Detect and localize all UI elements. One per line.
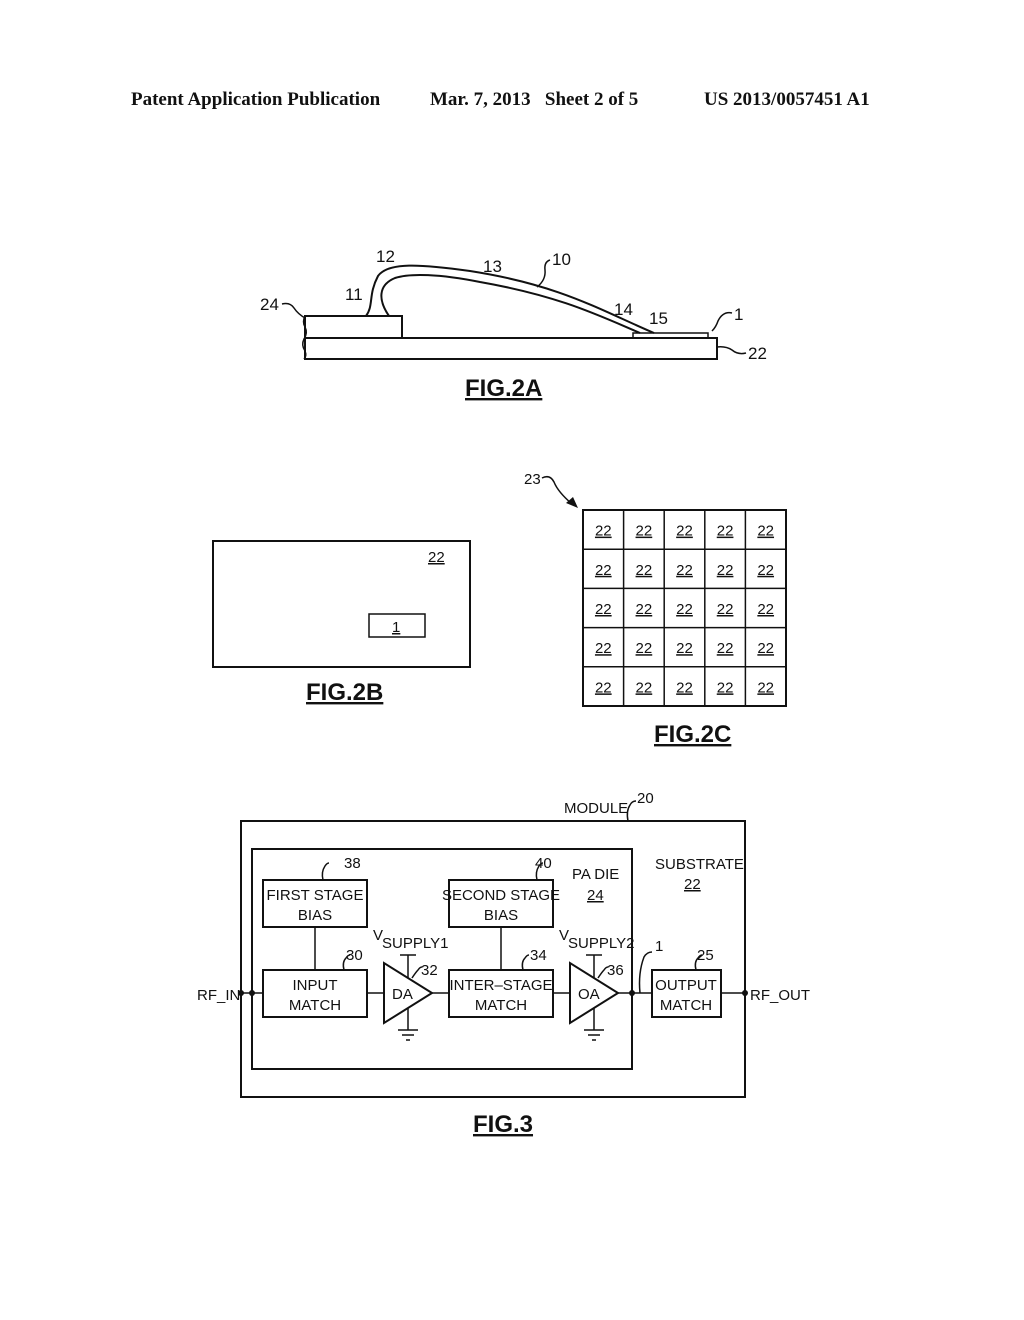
pa-die-ref: 24 xyxy=(587,887,604,904)
label-23: 23 xyxy=(524,471,541,488)
die-24-side xyxy=(304,315,403,339)
leader-23 xyxy=(541,475,573,505)
label-15: 15 xyxy=(649,309,668,328)
first-stage-bias-line2: BIAS xyxy=(298,907,332,924)
label-11: 11 xyxy=(345,285,363,304)
leader-22 xyxy=(716,346,747,355)
substrate-ref: 22 xyxy=(684,876,701,893)
leader-10 xyxy=(536,259,551,288)
second-stage-bias-line2: BIAS xyxy=(484,907,518,924)
fig-3-caption: FIG.3 xyxy=(473,1111,533,1138)
rf-out-label: RF_OUT xyxy=(750,987,810,1004)
ref-38: 38 xyxy=(344,855,361,872)
array-cell-label: 22 xyxy=(636,640,653,657)
da-label: DA xyxy=(392,986,413,1003)
leader-20 xyxy=(626,800,637,822)
fig-2c: 23 22 22 22 22 2222 22 22 22 2222 22 22 22 2222 22 22 2… xyxy=(524,471,787,748)
ref-30: 30 xyxy=(346,947,363,964)
label-10: 10 xyxy=(552,250,571,269)
arrowhead-23 xyxy=(566,497,578,508)
array-cell-label: 22 xyxy=(676,640,693,657)
bond-wire-inner xyxy=(380,273,641,334)
label-14: 14 xyxy=(614,300,633,319)
array-cell-label: 22 xyxy=(595,523,612,540)
fig-3: MODULE 20 SUBSTRATE 22 PA DIE 24 FIRST S… xyxy=(197,790,810,1138)
array-cell-label: 22 xyxy=(595,679,612,696)
label-22: 22 xyxy=(748,344,767,363)
label-24: 24 xyxy=(260,295,279,314)
array-cell-label: 22 xyxy=(757,562,774,579)
array-cell-label: 22 xyxy=(676,562,693,579)
label-1: 1 xyxy=(734,305,743,324)
substrate-22-side xyxy=(304,337,718,360)
array-cell-label: 22 xyxy=(636,679,653,696)
array-cell-label: 22 xyxy=(757,640,774,657)
fig-2b: 22 1 FIG.2B xyxy=(212,540,471,706)
substrate-label: SUBSTRATE xyxy=(655,856,744,873)
array-cell-label: 22 xyxy=(676,601,693,618)
patent-drawing-sheet: 12 11 13 10 14 15 1 22 24 FIG.2A 22 1 FI… xyxy=(197,247,810,1138)
array-cell-label: 22 xyxy=(676,679,693,696)
fig-2a-caption: FIG.2A xyxy=(465,375,542,402)
leader-1 xyxy=(711,311,733,332)
array-cell-label: 22 xyxy=(717,562,734,579)
array-cell-label: 22 xyxy=(595,640,612,657)
leader-1 xyxy=(638,951,653,994)
array-cell-label: 22 xyxy=(717,601,734,618)
array-cell-label: 22 xyxy=(636,562,653,579)
ref-34: 34 xyxy=(530,947,547,964)
ground2-icon xyxy=(584,1029,604,1041)
first-stage-bias-line1: FIRST STAGE xyxy=(267,887,364,904)
array-cell-label: 22 xyxy=(717,523,734,540)
ref-32: 32 xyxy=(421,962,438,979)
fig-2c-caption: FIG.2C xyxy=(654,721,731,748)
ref-36: 36 xyxy=(607,962,624,979)
rf-out-node xyxy=(742,990,748,996)
pa-die-label: PA DIE xyxy=(572,866,619,883)
input-match-line2: MATCH xyxy=(289,997,341,1014)
die-input-node xyxy=(249,990,255,996)
pad-1-side xyxy=(632,332,709,339)
array-cell-label: 22 xyxy=(717,640,734,657)
ref-1: 1 xyxy=(655,938,663,955)
array-grid: 22 22 22 22 22 22 22 22 22 22 22 22 22 22 22 22 22 22 22 22… xyxy=(583,510,786,706)
label-22: 22 xyxy=(428,549,445,566)
array-cell-label: 22 xyxy=(757,679,774,696)
leader-38 xyxy=(321,862,330,881)
label-13: 13 xyxy=(483,257,502,276)
array-cell-label: 22 xyxy=(717,679,734,696)
array-cell-label: 22 xyxy=(595,601,612,618)
array-cell-label: 22 xyxy=(595,562,612,579)
label-1: 1 xyxy=(392,619,400,636)
vsupply1-sub: SUPPLY1 xyxy=(382,935,448,952)
label-12: 12 xyxy=(376,247,395,266)
vsupply2-sub: SUPPLY2 xyxy=(568,935,634,952)
array-cell-label: 22 xyxy=(676,523,693,540)
leader-24 xyxy=(281,302,306,319)
second-stage-bias-line1: SECOND STAGE xyxy=(442,887,560,904)
array-cell-label: 22 xyxy=(757,523,774,540)
oa-label: OA xyxy=(578,986,600,1003)
array-cell-label: 22 xyxy=(636,601,653,618)
ref-25: 25 xyxy=(697,947,714,964)
leader-34 xyxy=(521,954,530,971)
rf-in-label: RF_IN xyxy=(197,987,240,1004)
module-label: MODULE xyxy=(564,800,628,817)
module-ref: 20 xyxy=(637,790,654,807)
fig-2b-caption: FIG.2B xyxy=(306,679,383,706)
inter-stage-line1: INTER–STAGE xyxy=(449,977,552,994)
input-match-line1: INPUT xyxy=(293,977,338,994)
ref-40: 40 xyxy=(535,855,552,872)
array-cell-label: 22 xyxy=(636,523,653,540)
die-output-node xyxy=(629,990,635,996)
output-match-line1: OUTPUT xyxy=(655,977,717,994)
output-match-line2: MATCH xyxy=(660,997,712,1014)
ground1-icon xyxy=(398,1029,418,1041)
fig-2a: 12 11 13 10 14 15 1 22 24 FIG.2A xyxy=(260,247,767,402)
inter-stage-line2: MATCH xyxy=(475,997,527,1014)
array-cell-label: 22 xyxy=(757,601,774,618)
